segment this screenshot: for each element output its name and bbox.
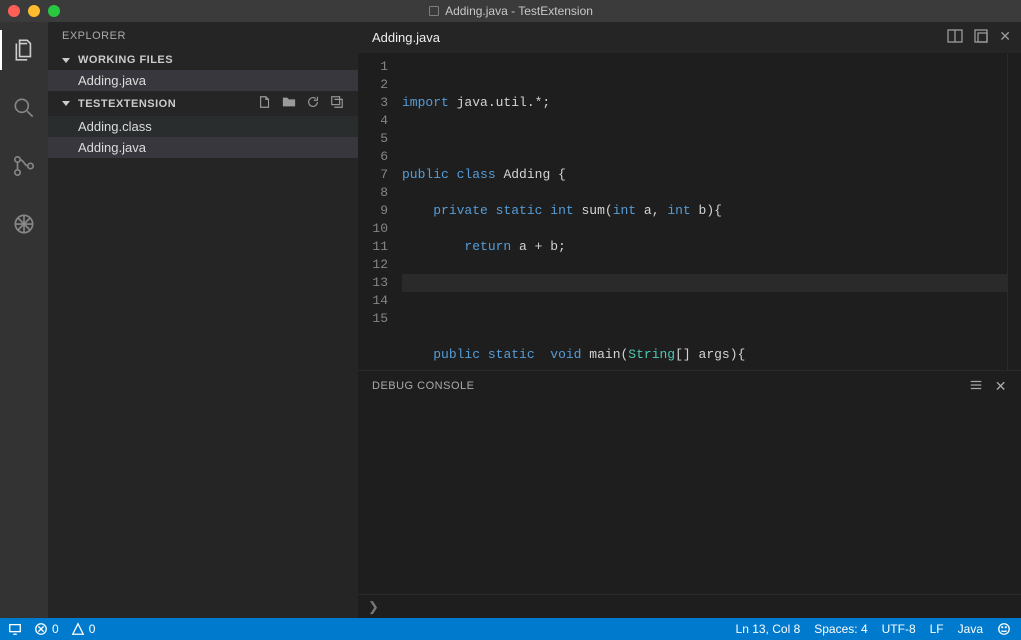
chevron-down-icon [62,101,70,106]
git-icon [11,153,37,179]
close-panel-icon[interactable]: ✕ [995,378,1007,395]
search-icon [11,95,37,121]
activity-search[interactable] [0,88,48,128]
editor-tabs: Adding.java ✕ [358,22,1021,54]
status-remote-icon[interactable] [8,622,22,636]
split-editor-icon[interactable] [947,28,963,47]
line-gutter: 123456789101112131415 [358,54,402,370]
new-file-icon[interactable] [258,95,272,112]
window-title: Adding.java - TestExtension [0,4,1021,18]
activity-debug[interactable] [0,204,48,244]
sidebar: EXPLORER WORKING FILES Adding.java TESTE… [48,22,358,618]
chevron-right-icon: ❯ [368,599,379,615]
working-files-header[interactable]: WORKING FILES [48,50,358,70]
panel-input[interactable]: ❯ [358,594,1021,618]
code-area[interactable]: import java.util.*; public class Adding … [402,54,1007,370]
status-errors[interactable]: 0 [34,622,59,636]
titlebar: Adding.java - TestExtension [0,0,1021,22]
chevron-down-icon [62,58,70,63]
project-header[interactable]: TESTEXTENSION [48,91,358,116]
status-eol[interactable]: LF [930,622,944,636]
status-spaces[interactable]: Spaces: 4 [814,622,867,636]
new-folder-icon[interactable] [282,95,296,112]
project-file-item[interactable]: Adding.class [48,116,358,137]
minimap[interactable] [1007,54,1021,370]
status-language[interactable]: Java [958,622,983,636]
working-file-item[interactable]: Adding.java [48,70,358,91]
sidebar-title: EXPLORER [48,22,358,50]
collapse-all-icon[interactable] [330,95,344,112]
files-icon [12,37,38,63]
panel-body [358,401,1021,594]
refresh-icon[interactable] [306,95,320,112]
editor-tab[interactable]: Adding.java [358,22,454,54]
activity-git[interactable] [0,146,48,186]
panel-settings-icon[interactable] [969,378,983,395]
status-warnings[interactable]: 0 [71,622,96,636]
activity-explorer[interactable] [0,30,48,70]
activity-bar [0,22,48,618]
status-cursor[interactable]: Ln 13, Col 8 [736,622,801,636]
close-editor-icon[interactable]: ✕ [999,28,1011,47]
panel-title: DEBUG CONSOLE [372,380,474,392]
editor: Adding.java ✕ 123456789101112131415 impo… [358,22,1021,618]
more-icon[interactable] [973,28,989,47]
debug-console-panel: DEBUG CONSOLE ✕ ❯ [358,370,1021,618]
status-encoding[interactable]: UTF-8 [882,622,916,636]
status-feedback-icon[interactable] [997,622,1011,636]
bug-icon [11,211,37,237]
project-file-item[interactable]: Adding.java [48,137,358,158]
status-bar: 0 0 Ln 13, Col 8 Spaces: 4 UTF-8 LF Java [0,618,1021,640]
